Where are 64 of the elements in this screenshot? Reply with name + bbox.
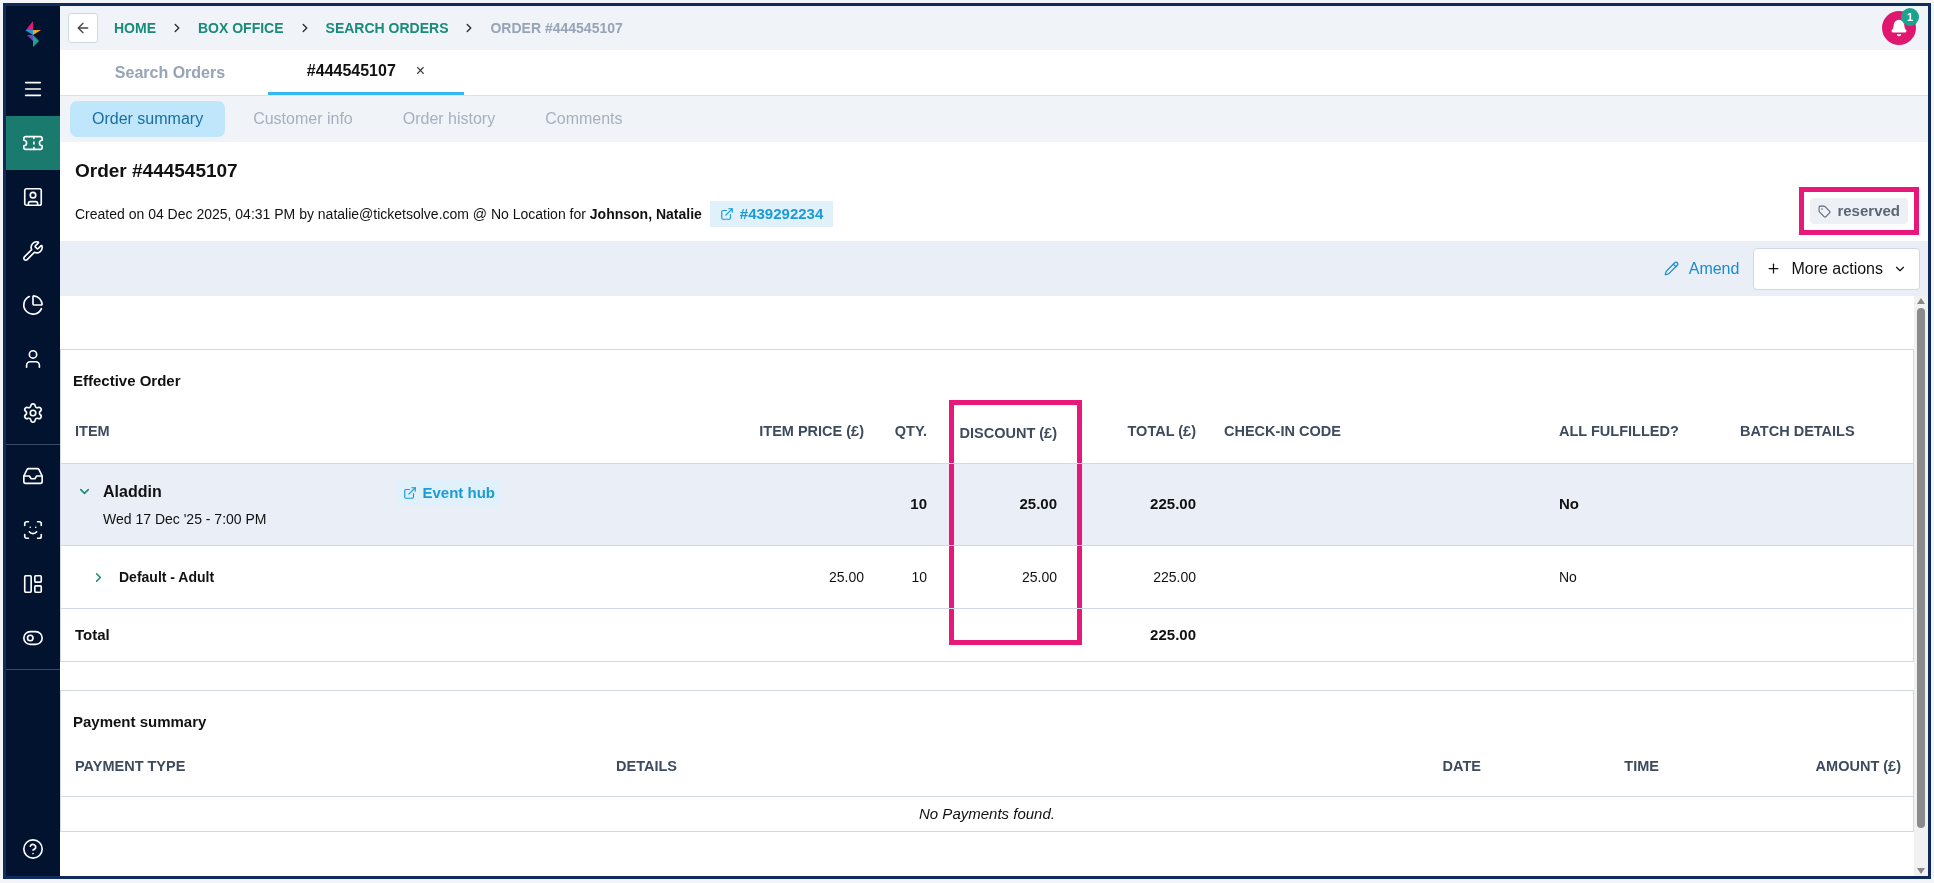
event-hub-link[interactable]: Event hub xyxy=(396,480,501,506)
card-title: Payment summary xyxy=(73,711,207,732)
status-tag: reserved xyxy=(1810,198,1908,224)
logo-icon xyxy=(23,21,43,47)
column-header: ITEM PRICE (£) xyxy=(761,421,865,441)
table-cell-text: 25.00 xyxy=(827,567,865,587)
table-cell-text: No xyxy=(1558,494,1580,515)
plus-icon xyxy=(1766,261,1782,276)
help-icon xyxy=(22,838,44,860)
notifications-button[interactable]: 1 xyxy=(1882,11,1916,45)
external-link-icon xyxy=(719,207,734,221)
table-cell-text: 225.00 xyxy=(1152,567,1197,587)
column-header: TIME xyxy=(1624,756,1659,776)
table-cell-text: No xyxy=(1558,567,1578,587)
wrench-icon xyxy=(22,240,44,262)
table-cell-text: 10 xyxy=(909,494,928,515)
more-actions-button[interactable]: More actions xyxy=(1753,247,1920,290)
total-value: 225.00 xyxy=(1149,624,1197,645)
column-header: BATCH DETAILS xyxy=(1739,421,1856,441)
column-header: ITEM xyxy=(74,421,111,441)
face-scan-icon xyxy=(22,519,44,541)
card-title: Effective Order xyxy=(73,370,181,391)
scrollbar[interactable] xyxy=(1914,296,1928,876)
column-header: ALL FULFILLED? xyxy=(1558,421,1680,441)
pencil-icon xyxy=(1663,261,1679,276)
section-tab[interactable]: Order history xyxy=(380,101,518,137)
linked-order-link[interactable]: #439292234 xyxy=(709,201,834,227)
external-link-icon xyxy=(402,486,417,500)
total-label: Total xyxy=(75,624,110,645)
pie-chart-icon xyxy=(22,294,44,316)
layout-icon xyxy=(22,573,44,595)
order-title: Order #444545107 xyxy=(75,158,239,183)
section-tab[interactable]: Order summary xyxy=(70,101,226,137)
column-header: AMOUNT (£) xyxy=(1815,756,1901,776)
column-header: TOTAL (£) xyxy=(1126,421,1197,441)
empty-message: No Payments found. xyxy=(919,803,1055,824)
settings-icon xyxy=(22,402,44,424)
tag-icon xyxy=(1818,204,1832,218)
ticket-type: Default - Adult xyxy=(119,567,215,587)
column-header: QTY. xyxy=(893,421,928,441)
section-tab[interactable]: Comments xyxy=(523,101,645,137)
breadcrumb-link[interactable]: HOME xyxy=(114,17,156,39)
contact-card-icon xyxy=(22,186,44,208)
amend-button[interactable]: Amend xyxy=(1657,256,1746,281)
breadcrumb-link[interactable]: ORDER #444545107 xyxy=(490,17,623,39)
notification-count: 1 xyxy=(1901,8,1919,26)
column-header: PAYMENT TYPE xyxy=(75,756,186,776)
event-date: Wed 17 Dec '25 - 7:00 PM xyxy=(103,510,267,529)
close-tab-button[interactable]: × xyxy=(415,59,426,83)
breadcrumb-link[interactable]: SEARCH ORDERS xyxy=(325,17,449,39)
column-header: DATE xyxy=(1442,756,1481,776)
column-header: DETAILS xyxy=(616,756,677,776)
table-cell-text: 225.00 xyxy=(1149,494,1197,515)
section-tab[interactable]: Customer info xyxy=(231,101,375,137)
table-cell: 25.00 xyxy=(949,546,1082,608)
column-header: CHECK-IN CODE xyxy=(1223,421,1342,441)
inbox-icon xyxy=(22,465,44,487)
tab[interactable]: Search Orders xyxy=(72,50,268,95)
back-button[interactable] xyxy=(68,13,98,43)
order-details: Created on 04 Dec 2025, 04:31 PM by natalie@ticketsolve.com @ No Location for Johnson, Natalie xyxy=(75,204,702,224)
table-cell-text: 10 xyxy=(910,567,928,587)
event-name: Aladdin xyxy=(103,482,163,502)
breadcrumb-link[interactable]: BOX OFFICE xyxy=(198,17,284,39)
bell-icon xyxy=(1890,19,1908,37)
